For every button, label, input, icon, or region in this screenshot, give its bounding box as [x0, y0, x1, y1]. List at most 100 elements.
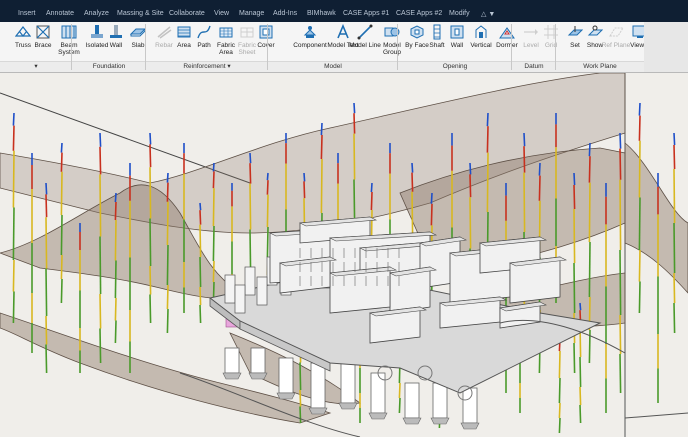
tool-grid-button[interactable]: Grid [542, 22, 560, 62]
borehole-segment [573, 184, 576, 210]
show-icon [587, 24, 604, 40]
borehole-segment [199, 304, 202, 324]
borehole-segment [99, 328, 102, 364]
panel-work-plane[interactable]: Work Plane [556, 61, 644, 72]
borehole-segment [45, 217, 48, 269]
borehole-segment [199, 202, 202, 211]
tool-cover-button[interactable]: Cover [257, 22, 275, 62]
borehole-segment [212, 225, 215, 262]
borehole-segment [411, 162, 414, 173]
tab-analyze[interactable]: Analyze [84, 10, 109, 17]
borehole-segment [45, 194, 48, 218]
borehole-segment [149, 218, 152, 267]
pile-base [276, 392, 296, 400]
panel-model[interactable]: Model [268, 61, 398, 72]
tab-case-apps-1[interactable]: CASE Apps #1 [343, 10, 389, 17]
tool-brace-button[interactable]: Brace [34, 22, 52, 62]
tool-beam-system-button[interactable]: Beam System [57, 22, 81, 62]
fabric-sheet-icon [239, 24, 255, 40]
tab-bimhawk[interactable]: BIMhawk [307, 10, 336, 17]
borehole-segment [149, 294, 152, 324]
borehole-segment [12, 259, 15, 292]
tab-add-ins[interactable]: Add-Ins [273, 10, 297, 17]
ref-plane-icon [608, 24, 624, 40]
borehole-segment [353, 113, 356, 134]
borehole-segment [249, 183, 252, 230]
borehole-segment [638, 281, 641, 314]
tab-manage[interactable]: Manage [239, 10, 264, 17]
borehole-segment [398, 382, 401, 399]
borehole-segment [99, 146, 102, 175]
borehole-segment [558, 417, 561, 434]
borehole-segment [538, 175, 541, 201]
borehole-segment [45, 268, 48, 317]
ribbon-tab-bar: Insert Annotate Analyze Massing & Site Colla… [0, 0, 688, 22]
borehole-segment [60, 214, 63, 256]
isolated-footing-icon [89, 24, 105, 40]
borehole-segment [212, 171, 215, 189]
panel-structure[interactable]: ▾ [0, 61, 72, 72]
panel-separator [71, 24, 72, 70]
panel-reinforcement[interactable]: Reinforcement ▾ [146, 61, 268, 72]
borehole-segment [266, 172, 269, 181]
panel-opening[interactable]: Opening [398, 61, 512, 72]
pile-base [222, 372, 242, 380]
pile-shaft [278, 357, 294, 394]
borehole-segment [486, 112, 489, 127]
tool-model-line-button[interactable]: Model Line [349, 22, 381, 62]
tab-modify[interactable]: Modify [449, 10, 470, 17]
borehole-segment [166, 201, 169, 246]
ribbon: Truss Brace Beam System Isolated Wall Slab Reb… [0, 22, 688, 73]
borehole-segment [430, 192, 433, 204]
panel-foundation[interactable]: Foundation [72, 61, 146, 72]
tab-view[interactable]: View [214, 10, 229, 17]
borehole-segment [166, 182, 169, 202]
borehole-segment [579, 356, 582, 388]
borehole-segment [114, 260, 117, 299]
tab-massing-site[interactable]: Massing & Site [117, 10, 164, 17]
borehole-segment [398, 397, 401, 414]
borehole-segment [60, 278, 63, 304]
borehole-segment [60, 152, 63, 172]
borehole-segment [60, 254, 63, 280]
borehole-segment [320, 134, 323, 160]
wall-footing-icon [108, 24, 124, 40]
beam-system-icon [61, 24, 77, 40]
ribbon-minimize-controls[interactable]: △ ▼ [481, 10, 495, 18]
borehole-segment [12, 207, 15, 261]
borehole-segment [619, 353, 622, 394]
borehole-segment [303, 172, 306, 182]
borehole-segment [99, 236, 102, 295]
tab-annotate[interactable]: Annotate [46, 10, 74, 17]
borehole-segment [99, 174, 102, 237]
panel-separator [145, 24, 146, 70]
pile-base [368, 412, 388, 420]
tab-case-apps-2[interactable]: CASE Apps #2 [396, 10, 442, 17]
borehole-segment [266, 194, 269, 228]
borehole-segment [638, 140, 641, 198]
borehole-segment [12, 291, 15, 324]
rebar-icon [156, 24, 172, 40]
tool-label: Cover [257, 42, 275, 49]
borehole-segment [588, 156, 591, 183]
borehole-segment [12, 112, 15, 126]
tab-collaborate[interactable]: Collaborate [169, 10, 205, 17]
borehole-segment [249, 229, 252, 273]
pile-cap-column [256, 276, 268, 306]
3d-model-viewport[interactable] [0, 73, 688, 437]
borehole-segment [99, 293, 102, 329]
tab-insert[interactable]: Insert [18, 10, 36, 17]
borehole-segment [114, 320, 117, 344]
model-scene [0, 73, 688, 437]
area-icon [176, 24, 192, 40]
tool-model-group-button[interactable]: Model Group [381, 22, 403, 62]
panel-separator [397, 24, 398, 70]
borehole-segment [199, 256, 202, 288]
panel-datum[interactable]: Datum [512, 61, 556, 72]
borehole-segment [638, 102, 641, 116]
tool-component-button[interactable]: Component [293, 22, 327, 62]
borehole-segment [166, 308, 169, 334]
borehole-segment [199, 286, 202, 306]
pile-shaft [370, 372, 386, 414]
panel-separator [555, 24, 556, 70]
